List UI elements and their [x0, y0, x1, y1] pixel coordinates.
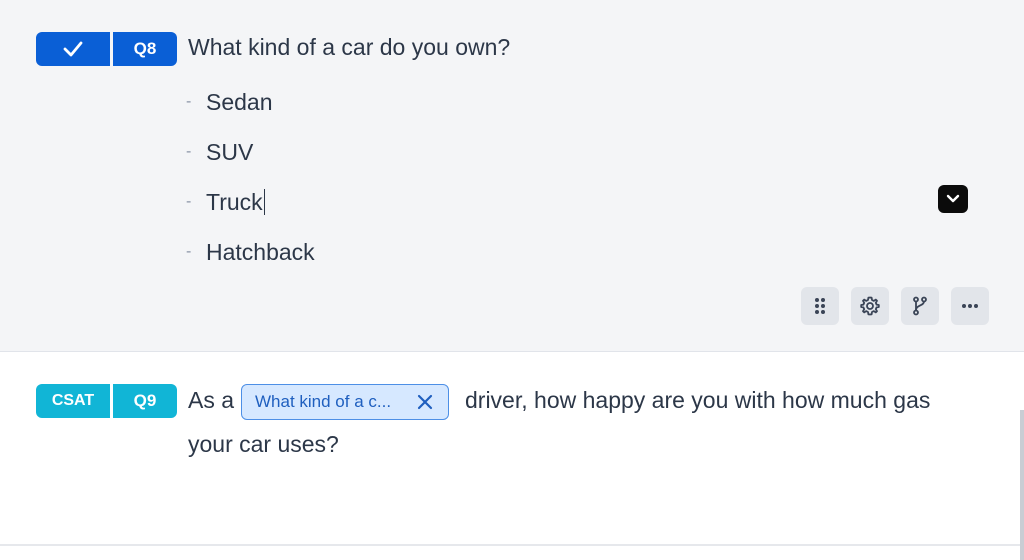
question-text-prefix[interactable]: As a: [188, 387, 234, 414]
check-icon: [63, 41, 83, 57]
option-bullet: -: [186, 193, 192, 210]
option-bullet: -: [186, 93, 192, 110]
option-label[interactable]: SUV: [206, 139, 253, 166]
piped-answer-chip[interactable]: What kind of a c...: [241, 384, 449, 420]
question-text-suffix[interactable]: driver, how happy are you with how much …: [465, 387, 930, 414]
option-label[interactable]: Truck: [206, 189, 263, 216]
gear-icon: [860, 296, 880, 316]
scrollbar-thumb[interactable]: [1020, 410, 1024, 560]
question-title[interactable]: What kind of a car do you own?: [188, 34, 510, 61]
option-item-active[interactable]: - Truck: [186, 187, 265, 217]
branch-icon: [913, 296, 927, 316]
settings-button[interactable]: [851, 287, 889, 325]
divider: [0, 544, 1024, 546]
option-label[interactable]: Sedan: [206, 89, 273, 116]
option-item[interactable]: - SUV: [186, 137, 253, 167]
option-dropdown-button[interactable]: [938, 185, 968, 213]
drag-handle-icon: [815, 298, 825, 314]
question-type-badge[interactable]: [36, 32, 110, 66]
branch-logic-button[interactable]: [901, 287, 939, 325]
text-cursor: [263, 189, 265, 215]
drag-handle-button[interactable]: [801, 287, 839, 325]
chevron-down-icon: [946, 194, 960, 203]
more-icon: [962, 304, 978, 308]
option-item[interactable]: - Sedan: [186, 87, 273, 117]
option-item[interactable]: - Hatchback: [186, 237, 315, 267]
question-text-line2[interactable]: your car uses?: [188, 431, 339, 458]
question-number-badge: Q9: [113, 384, 177, 418]
question-type-badge[interactable]: CSAT: [36, 384, 110, 418]
option-bullet: -: [186, 243, 192, 260]
piped-answer-label: What kind of a c...: [255, 392, 392, 411]
close-icon[interactable]: [416, 393, 434, 411]
question-card-q8[interactable]: Q8 What kind of a car do you own? - Seda…: [0, 0, 1024, 352]
more-options-button[interactable]: [951, 287, 989, 325]
option-bullet: -: [186, 143, 192, 160]
question-number-badge: Q8: [113, 32, 177, 66]
option-label[interactable]: Hatchback: [206, 239, 315, 266]
